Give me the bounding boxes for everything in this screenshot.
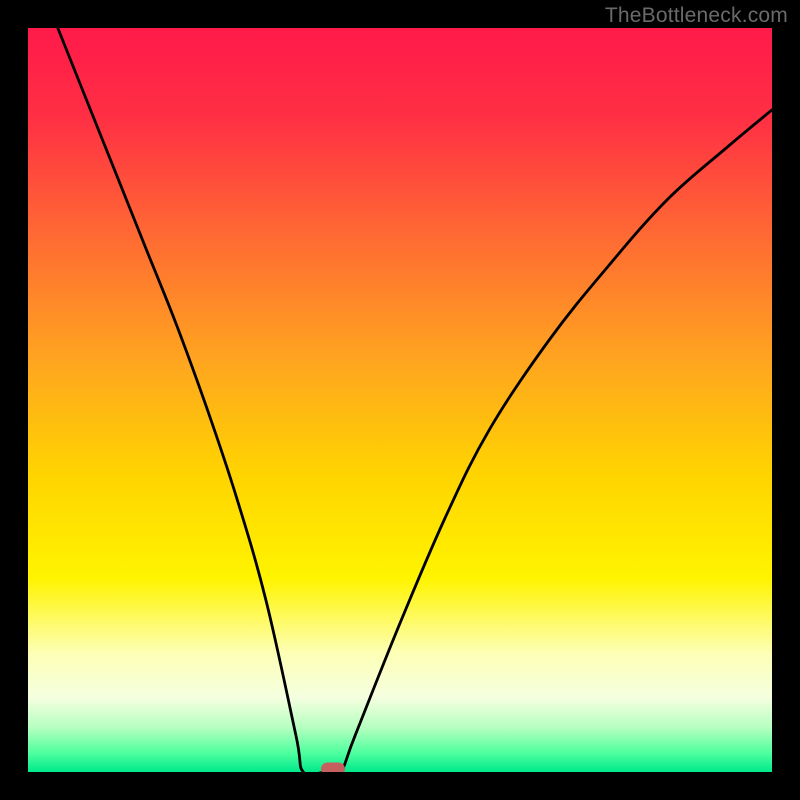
chart-frame: TheBottleneck.com	[0, 0, 800, 800]
optimal-marker	[321, 763, 345, 773]
plot-area	[28, 28, 772, 772]
watermark-text: TheBottleneck.com	[605, 4, 788, 28]
bottleneck-curve	[28, 28, 772, 772]
